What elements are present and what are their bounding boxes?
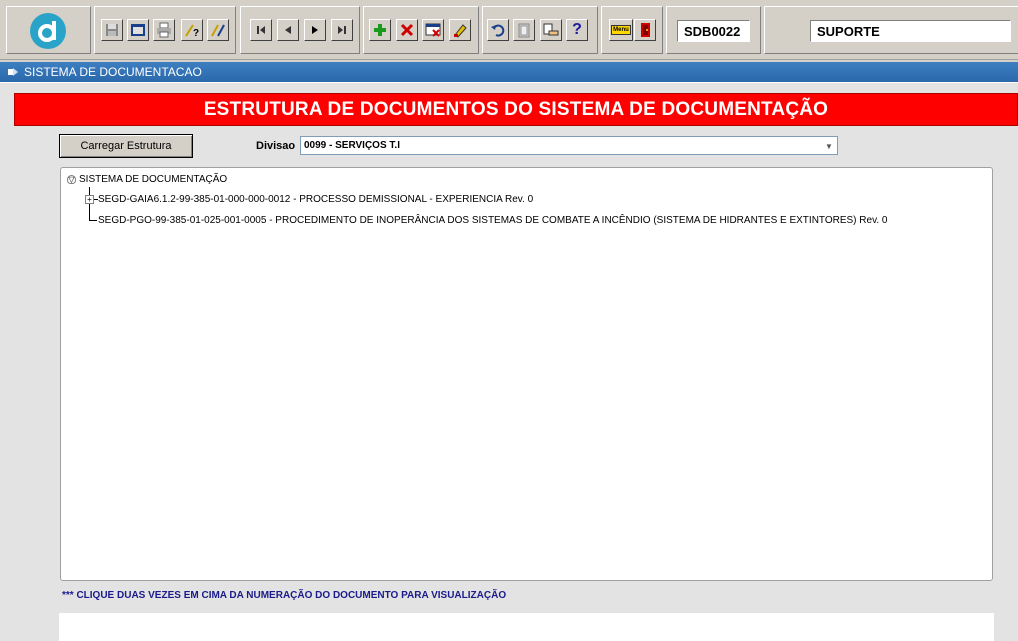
form-code: SDB0022 bbox=[677, 20, 750, 42]
exit-icon bbox=[641, 23, 650, 37]
undo-button[interactable] bbox=[487, 19, 509, 41]
last-record-icon bbox=[338, 26, 346, 34]
print-button[interactable] bbox=[153, 19, 175, 41]
menu-button[interactable]: Menu bbox=[609, 19, 633, 41]
point-hand-button[interactable] bbox=[540, 19, 562, 41]
delete-record-button[interactable] bbox=[396, 19, 418, 41]
window-button[interactable] bbox=[127, 19, 149, 41]
logo-d-icon bbox=[38, 21, 56, 42]
first-record-button[interactable] bbox=[250, 19, 272, 41]
svg-text:?: ? bbox=[193, 28, 199, 38]
tree-item[interactable]: SEGD-PGO-99-385-01-025-001-0005 - PROCED… bbox=[98, 215, 887, 226]
hint-text: *** CLIQUE DUAS VEZES EM CIMA DA NUMERAÇ… bbox=[62, 590, 507, 601]
chevron-down-icon[interactable]: ▼ bbox=[823, 140, 835, 152]
print-icon bbox=[157, 22, 171, 38]
division-value: 0099 - SERVIÇOS T.I bbox=[304, 140, 400, 151]
previous-record-icon bbox=[285, 26, 291, 34]
document-tree[interactable]: ▽ SISTEMA DE DOCUMENTAÇÃO + SEGD-GAIA6.1… bbox=[60, 167, 993, 581]
tree-expand-toggle[interactable]: + bbox=[85, 195, 94, 204]
app-logo bbox=[30, 13, 66, 49]
tree-collapse-toggle[interactable]: ▽ bbox=[67, 175, 76, 184]
window-title: SISTEMA DE DOCUMENTACAO bbox=[24, 65, 202, 79]
window-titlebar: SISTEMA DE DOCUMENTACAO bbox=[0, 62, 1018, 82]
menu-icon: Menu bbox=[611, 25, 631, 35]
division-select[interactable]: 0099 - SERVIÇOS T.I ▼ bbox=[300, 136, 838, 155]
window-icon-small bbox=[8, 68, 18, 76]
bottom-panel bbox=[59, 613, 994, 641]
save-icon bbox=[106, 24, 118, 36]
division-label: Divisao bbox=[256, 140, 296, 152]
save-button[interactable] bbox=[101, 19, 123, 41]
load-structure-button[interactable]: Carregar Estrutura bbox=[59, 134, 193, 158]
clear-record-icon bbox=[425, 23, 441, 37]
help-icon: ? bbox=[572, 21, 582, 38]
page-banner: ESTRUTURA DE DOCUMENTOS DO SISTEMA DE DO… bbox=[14, 93, 1018, 126]
query-button[interactable]: ? bbox=[181, 19, 203, 41]
clipboard-icon bbox=[518, 23, 530, 38]
edit-button[interactable] bbox=[449, 19, 471, 41]
add-record-button[interactable] bbox=[369, 19, 391, 41]
clipboard-button[interactable] bbox=[513, 19, 535, 41]
tree-root[interactable]: SISTEMA DE DOCUMENTAÇÃO bbox=[79, 174, 227, 185]
main-panel: ESTRUTURA DE DOCUMENTOS DO SISTEMA DE DO… bbox=[0, 82, 1018, 641]
help-button[interactable]: ? bbox=[566, 19, 588, 41]
delete-record-icon bbox=[400, 23, 414, 37]
toolbar: ? ? Menu SDB0022 SUPORTE bbox=[0, 0, 1018, 60]
point-hand-icon bbox=[543, 23, 559, 36]
last-record-button[interactable] bbox=[331, 19, 353, 41]
tree-connector bbox=[89, 187, 90, 221]
next-record-button[interactable] bbox=[304, 19, 326, 41]
first-record-icon bbox=[257, 26, 265, 34]
add-record-icon bbox=[374, 24, 386, 36]
clear-record-button[interactable] bbox=[422, 19, 444, 41]
query-icon: ? bbox=[185, 24, 199, 38]
window-icon bbox=[131, 24, 145, 36]
user-name: SUPORTE bbox=[810, 20, 1011, 42]
execute-query-icon bbox=[211, 24, 225, 37]
tree-connector bbox=[89, 220, 97, 221]
tree-item[interactable]: SEGD-GAIA6.1.2-99-385-01-000-000-0012 - … bbox=[98, 194, 533, 205]
edit-icon bbox=[454, 24, 467, 38]
exit-button[interactable] bbox=[634, 19, 656, 41]
undo-icon bbox=[491, 24, 505, 37]
next-record-icon bbox=[312, 26, 318, 34]
execute-query-button[interactable] bbox=[207, 19, 229, 41]
previous-record-button[interactable] bbox=[277, 19, 299, 41]
